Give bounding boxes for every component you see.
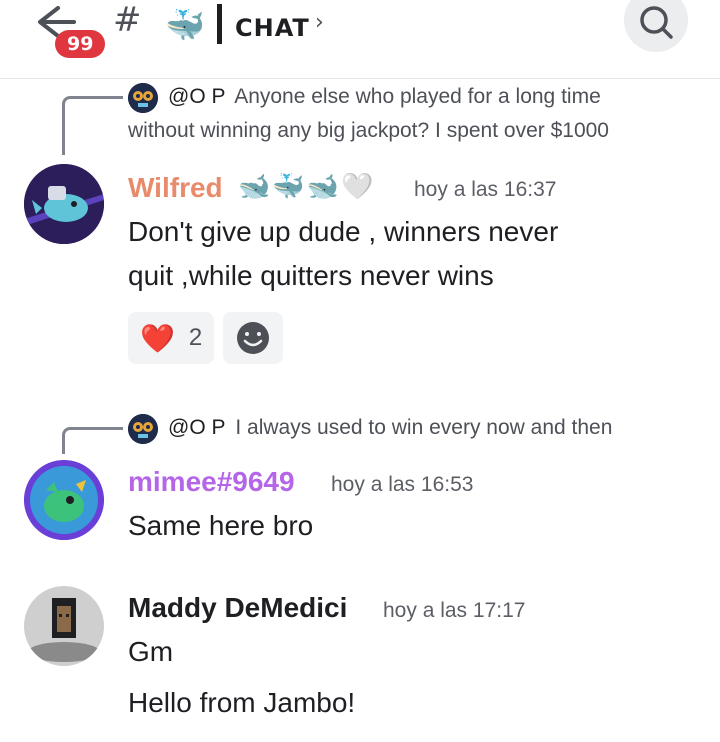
whale-icon: 🐳 [165, 6, 205, 44]
message-content: Gm [128, 636, 174, 667]
reply-author[interactable]: @O P [168, 416, 226, 439]
channel-header: 99 # 🐳 CHAT › [0, 0, 720, 79]
heart-icon: ❤️ [140, 321, 175, 355]
reply-text: Anyone else who played for a long time [234, 85, 601, 108]
avatar[interactable] [24, 460, 104, 540]
add-reaction-button[interactable] [223, 312, 283, 364]
timestamp: hoy a las 16:53 [331, 473, 474, 496]
reply-author-avatar[interactable] [128, 83, 158, 113]
unread-badge: 99 [55, 30, 106, 58]
reply-connector [62, 427, 123, 454]
emoji-picker-icon [237, 322, 269, 354]
message-content: Don't give up dude , winners never quit … [128, 210, 558, 298]
channel-hash-icon: # [113, 0, 142, 40]
reply-preview[interactable]: @O P Anyone else who played for a long t… [168, 80, 601, 114]
reply-preview[interactable]: @O P I always used to win every now and … [168, 411, 612, 445]
username[interactable]: mimee#9649 [128, 466, 295, 498]
reply-text-continued: without winning any big jackpot? I spent… [128, 119, 609, 142]
reaction-heart[interactable]: ❤️ 2 [128, 312, 214, 364]
message-line: Don't give up dude , winners never [128, 216, 559, 247]
reply-author-avatar[interactable] [128, 414, 158, 444]
title-divider [217, 4, 222, 44]
reaction-count: 2 [188, 324, 203, 351]
avatar[interactable] [24, 586, 104, 666]
reply-author[interactable]: @O P [168, 85, 226, 108]
reply-connector [62, 96, 123, 155]
search-button[interactable] [624, 0, 688, 52]
role-badges: 🐋🐳🐋🤍 [238, 172, 376, 202]
message-content: Hello from Jambo! [128, 687, 356, 718]
username[interactable]: Maddy DeMedici [128, 592, 347, 624]
username[interactable]: Wilfred [128, 172, 223, 204]
channel-title[interactable]: CHAT [235, 14, 310, 42]
message-content: Same here bro [128, 510, 314, 541]
timestamp: hoy a las 17:17 [383, 599, 526, 622]
timestamp: hoy a las 16:37 [414, 178, 557, 201]
search-icon [640, 6, 673, 39]
message-line: quit ,while quitters never wins [128, 260, 494, 291]
reply-text: I always used to win every now and then [235, 416, 613, 439]
avatar[interactable] [24, 164, 104, 244]
chevron-right-icon[interactable]: › [315, 10, 324, 35]
